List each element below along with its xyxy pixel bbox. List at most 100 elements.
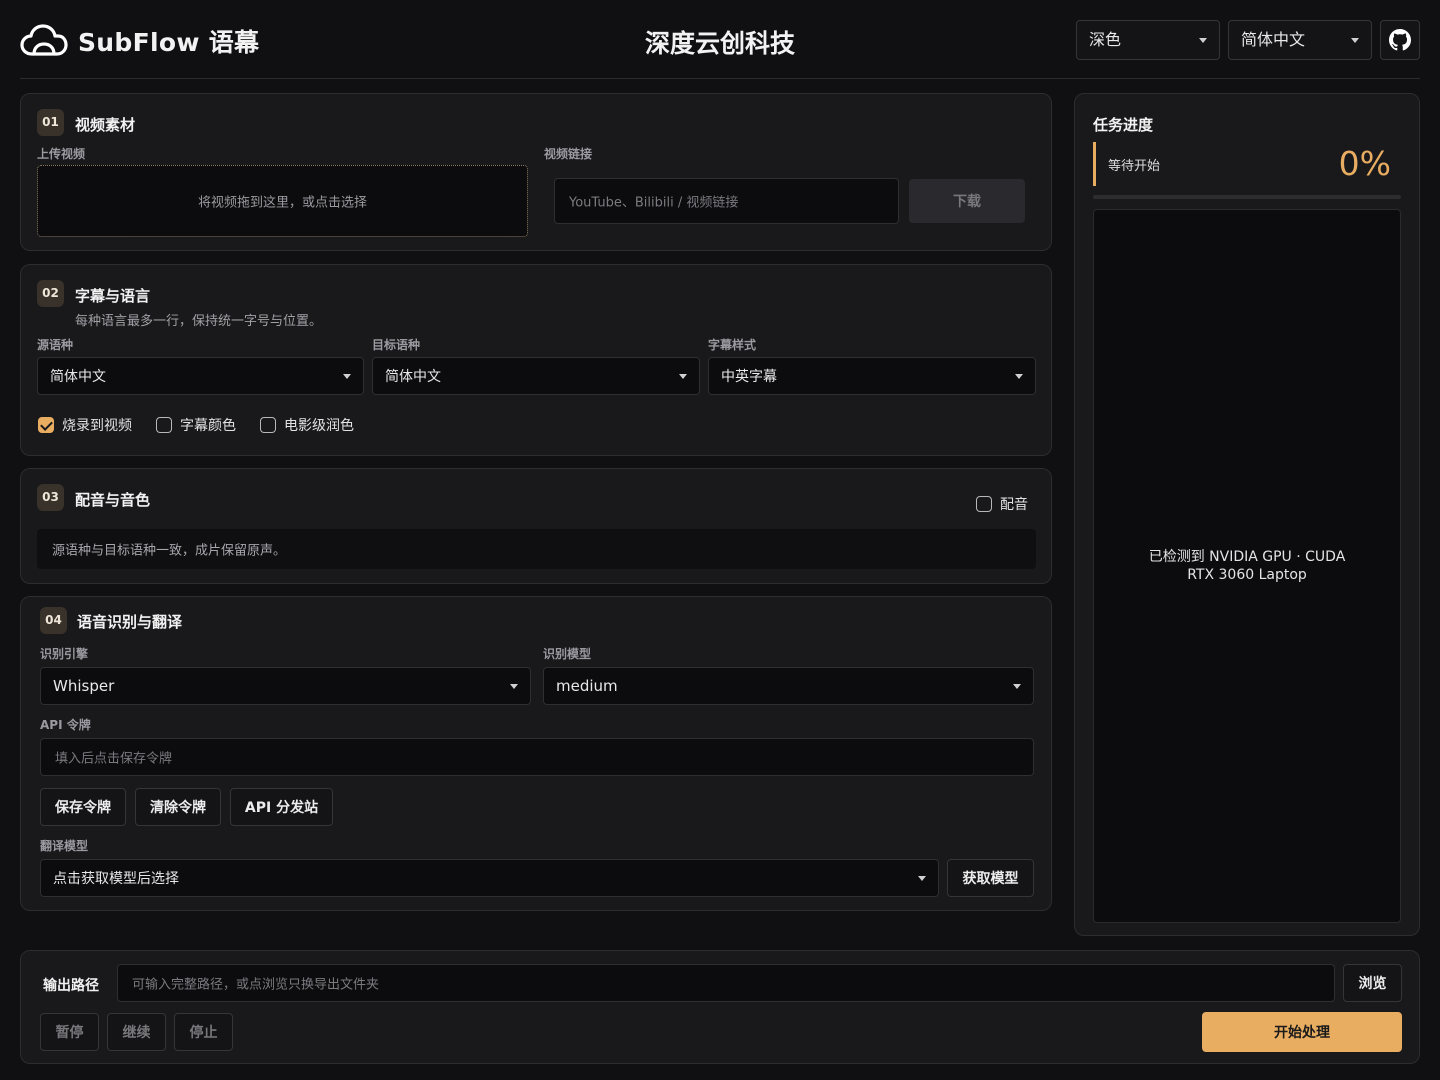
- target-language-label: 目标语种: [372, 338, 421, 352]
- subtitle-style-value: 中英字幕: [721, 369, 777, 385]
- checkbox-label: 烧录到视频: [62, 418, 132, 434]
- stop-label: 停止: [189, 1025, 218, 1041]
- app-name: SubFlow 语幕: [78, 28, 260, 57]
- cloud-logo-icon: [20, 24, 68, 56]
- pause-button[interactable]: 暂停: [40, 1013, 99, 1051]
- fetch-models-button[interactable]: 获取模型: [947, 859, 1034, 897]
- language-select[interactable]: 简体中文: [1228, 20, 1372, 60]
- browse-label: 浏览: [1358, 976, 1387, 992]
- asr-translation-card: 04 语音识别与翻译 识别引擎 Whisper 识别模型 medium API …: [20, 596, 1052, 911]
- video-dropzone[interactable]: 将视频拖到这里，或点击选择: [37, 165, 528, 237]
- start-processing-label: 开始处理: [1274, 1025, 1330, 1041]
- subtitle-language-card: 02 字幕与语言 每种语言最多一行，保持统一字号与位置。 源语种 简体中文 目标…: [20, 264, 1052, 456]
- chevron-down-icon: [1013, 684, 1021, 689]
- model-select[interactable]: medium: [543, 667, 1034, 705]
- section-number: 01: [37, 109, 64, 136]
- card-title: 字幕与语言: [75, 287, 151, 305]
- theme-select-value: 深色: [1089, 30, 1122, 49]
- checkbox-unchecked-icon: [260, 417, 276, 433]
- chevron-down-icon: [1199, 38, 1207, 43]
- card-subtitle: 每种语言最多一行，保持统一字号与位置。: [75, 314, 323, 329]
- download-button-label: 下载: [953, 194, 981, 210]
- engine-label: 识别引擎: [40, 647, 89, 661]
- card-title: 配音与音色: [75, 491, 151, 509]
- cinematic-polish-checkbox[interactable]: 电影级润色: [260, 415, 354, 435]
- gpu-info: 已检测到 NVIDIA GPU · CUDA RTX 3060 Laptop: [1094, 548, 1400, 584]
- github-button[interactable]: [1380, 20, 1420, 60]
- progress-title: 任务进度: [1093, 116, 1154, 134]
- source-language-select[interactable]: 简体中文: [37, 357, 364, 395]
- api-station-label: API 分发站: [244, 800, 319, 816]
- gpu-info-line: RTX 3060 Laptop: [1187, 567, 1307, 583]
- video-link-input[interactable]: YouTube、Bilibili / 视频链接: [554, 178, 899, 224]
- chevron-down-icon: [918, 876, 926, 881]
- start-processing-button[interactable]: 开始处理: [1202, 1012, 1402, 1052]
- api-station-button[interactable]: API 分发站: [230, 788, 333, 826]
- translate-model-label: 翻译模型: [40, 839, 89, 853]
- chevron-down-icon: [1351, 38, 1359, 43]
- chevron-down-icon: [343, 374, 351, 379]
- dubbing-info-box: 源语种与目标语种一致，成片保留原声。: [37, 529, 1036, 569]
- video-source-card: 01 视频素材 上传视频 将视频拖到这里，或点击选择 视频链接 YouTube、…: [20, 93, 1052, 251]
- target-language-value: 简体中文: [385, 369, 441, 385]
- dropzone-text: 将视频拖到这里，或点击选择: [197, 195, 367, 211]
- link-label: 视频链接: [544, 147, 593, 161]
- github-icon: [1389, 29, 1411, 51]
- top-bar: SubFlow 语幕 深度云创科技 深色 简体中文: [20, 0, 1420, 79]
- translate-model-select[interactable]: 点击获取模型后选择: [40, 859, 939, 897]
- checkbox-label: 电影级润色: [284, 418, 354, 434]
- chevron-down-icon: [679, 374, 687, 379]
- model-label: 识别模型: [543, 647, 592, 661]
- progress-card: 任务进度 等待开始 0% 已检测到 NVIDIA GPU · CUDA RTX …: [1074, 93, 1420, 936]
- gpu-info-line: 已检测到 NVIDIA GPU · CUDA: [1148, 549, 1346, 565]
- chevron-down-icon: [1015, 374, 1023, 379]
- video-link-placeholder: YouTube、Bilibili / 视频链接: [569, 195, 739, 211]
- output-path-placeholder: 可输入完整路径，或点浏览只换导出文件夹: [132, 977, 380, 993]
- stop-button[interactable]: 停止: [174, 1013, 233, 1051]
- section-number: 04: [40, 607, 67, 634]
- api-token-placeholder: 填入后点击保存令牌: [55, 751, 173, 767]
- save-token-label: 保存令牌: [55, 800, 111, 816]
- source-language-label: 源语种: [37, 338, 74, 352]
- chevron-down-icon: [510, 684, 518, 689]
- source-language-value: 简体中文: [50, 369, 106, 385]
- engine-value: Whisper: [53, 677, 115, 695]
- browse-button[interactable]: 浏览: [1343, 964, 1402, 1002]
- section-number: 02: [37, 280, 64, 307]
- translate-model-value: 点击获取模型后选择: [53, 871, 179, 887]
- dubbing-info-text: 源语种与目标语种一致，成片保留原声。: [52, 543, 287, 559]
- output-footer: 输出路径 可输入完整路径，或点浏览只换导出文件夹 浏览 暂停 继续 停止 开始处…: [20, 950, 1420, 1064]
- status-text: 等待开始: [1108, 159, 1161, 174]
- burn-in-checkbox[interactable]: 烧录到视频: [38, 415, 132, 435]
- model-value: medium: [556, 677, 618, 695]
- api-token-input[interactable]: 填入后点击保存令牌: [40, 738, 1034, 776]
- subtitle-color-checkbox[interactable]: 字幕颜色: [156, 415, 236, 435]
- download-button[interactable]: 下载: [909, 179, 1025, 223]
- dubbing-toggle[interactable]: 配音: [976, 494, 1028, 514]
- resume-label: 继续: [122, 1025, 151, 1041]
- status-accent-bar: [1093, 142, 1096, 186]
- dubbing-card: 03 配音与音色 配音 源语种与目标语种一致，成片保留原声。: [20, 468, 1052, 584]
- subtitle-style-select[interactable]: 中英字幕: [708, 357, 1036, 395]
- output-path-label: 输出路径: [43, 978, 99, 994]
- progress-percent: 0%: [1338, 144, 1391, 183]
- section-number: 03: [37, 484, 64, 511]
- checkbox-label: 字幕颜色: [180, 418, 236, 434]
- save-token-button[interactable]: 保存令牌: [40, 788, 126, 826]
- theme-select[interactable]: 深色: [1076, 20, 1220, 60]
- upload-label: 上传视频: [37, 147, 86, 161]
- brand: SubFlow 语幕: [20, 22, 259, 60]
- subtitle-style-label: 字幕样式: [708, 338, 757, 352]
- progress-bar: [1093, 195, 1401, 199]
- pause-label: 暂停: [55, 1025, 84, 1041]
- log-panel: 已检测到 NVIDIA GPU · CUDA RTX 3060 Laptop: [1093, 209, 1401, 923]
- fetch-models-label: 获取模型: [962, 871, 1019, 887]
- engine-select[interactable]: Whisper: [40, 667, 531, 705]
- api-token-label: API 令牌: [40, 718, 91, 732]
- output-path-input[interactable]: 可输入完整路径，或点浏览只换导出文件夹: [117, 964, 1335, 1002]
- resume-button[interactable]: 继续: [107, 1013, 166, 1051]
- clear-token-button[interactable]: 清除令牌: [135, 788, 221, 826]
- checkbox-checked-icon: [38, 417, 54, 433]
- checkbox-unchecked-icon: [156, 417, 172, 433]
- target-language-select[interactable]: 简体中文: [372, 357, 700, 395]
